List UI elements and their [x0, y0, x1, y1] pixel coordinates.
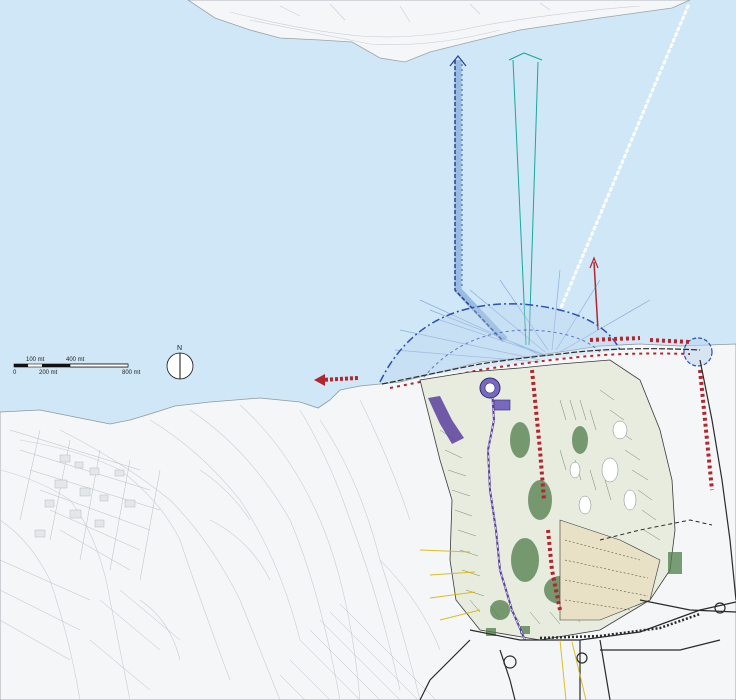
- scale-bar-segment-1: [14, 364, 28, 367]
- site-plan-map: 100 mt 400 mt 0 200 mt 800 mt N: [0, 0, 736, 700]
- scale-label-100: 100 mt: [26, 357, 45, 363]
- scale-label-400: 400 mt: [66, 357, 85, 363]
- map-canvas: 100 mt 400 mt 0 200 mt 800 mt N: [0, 0, 736, 700]
- scale-bar-segment-3: [69, 363, 129, 368]
- scale-label-200: 200 mt: [39, 370, 58, 376]
- scale-label-800: 800 mt: [122, 370, 141, 376]
- circular-plaza-inner: [484, 382, 496, 394]
- plaza-block: [493, 399, 511, 411]
- north-label: N: [177, 345, 182, 352]
- scale-bar-segment-2: [42, 364, 70, 367]
